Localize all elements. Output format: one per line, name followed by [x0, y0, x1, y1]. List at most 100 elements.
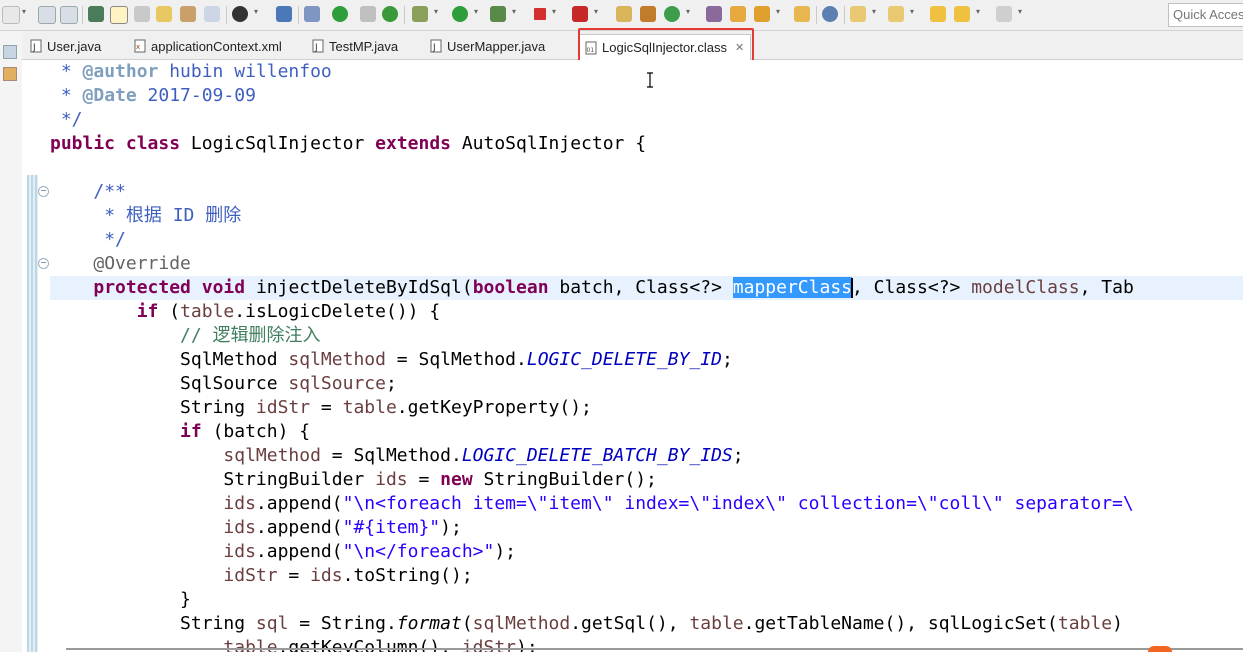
edit-icon[interactable]	[110, 6, 128, 24]
chevron-down-icon[interactable]: ▾	[594, 8, 602, 16]
back-icon[interactable]	[954, 6, 970, 22]
class-file-icon: 01	[585, 41, 597, 54]
quick-access-box	[1168, 3, 1243, 27]
code-line: ids.append("\n<foreach item=\"item\" ind…	[223, 493, 1134, 514]
code-line-current: protected void injectDeleteByIdSql(boole…	[50, 276, 1243, 300]
mouse-ibeam-cursor-icon	[647, 72, 653, 88]
open-file-icon[interactable]	[794, 6, 810, 22]
open-type-icon[interactable]	[360, 6, 376, 22]
code-line: * @Date 2017-09-09	[50, 85, 256, 106]
code-editor[interactable]: − − * @author hubin willenfoo * @Date 20…	[22, 60, 1243, 652]
rocket-icon[interactable]	[754, 6, 770, 22]
paragraph-icon[interactable]	[204, 6, 220, 22]
tab-user-java[interactable]: J User.java	[30, 35, 101, 57]
code-line: if (table.isLogicDelete()) {	[136, 301, 441, 322]
next-annotation-icon[interactable]	[850, 6, 866, 22]
tab-application-context-xml[interactable]: x applicationContext.xml	[134, 35, 282, 57]
pen-icon[interactable]	[134, 6, 150, 22]
svg-text:01: 01	[587, 47, 595, 54]
forward-icon[interactable]	[996, 6, 1012, 22]
last-edit-icon[interactable]	[930, 6, 946, 22]
globe-icon[interactable]	[822, 6, 838, 22]
chevron-down-icon[interactable]: ▾	[1018, 8, 1026, 16]
chevron-down-icon[interactable]: ▾	[474, 8, 482, 16]
package-explorer-icon[interactable]	[3, 67, 17, 81]
tab-label: applicationContext.xml	[151, 38, 282, 54]
run-circle-icon[interactable]	[332, 6, 348, 22]
code-line: */	[93, 229, 126, 250]
save-icon[interactable]	[38, 6, 56, 24]
selected-text: mapperClass	[732, 277, 852, 298]
new-icon[interactable]	[2, 6, 20, 24]
terminal-icon[interactable]	[180, 6, 196, 22]
open-folder-icon[interactable]	[730, 6, 746, 22]
run-icon[interactable]	[452, 6, 468, 22]
code-line: idStr = ids.toString();	[223, 565, 473, 586]
main-toolbar: ▾ ▾ ▾ ▾ ▾ ▾ ▾ ▾ ▾ ▾ ▾ ▾ ▾	[0, 0, 1243, 31]
code-line: String idStr = table.getKeyProperty();	[180, 397, 592, 418]
quick-access-input[interactable]	[1169, 4, 1243, 25]
refresh-green-icon[interactable]	[664, 6, 680, 22]
code-line: @Override	[93, 253, 191, 274]
code-line: */	[50, 109, 83, 130]
code-line: public class LogicSqlInjector extends Au…	[50, 133, 647, 154]
cut-icon[interactable]	[88, 6, 104, 22]
chevron-down-icon[interactable]: ▾	[872, 8, 880, 16]
tab-user-mapper-java[interactable]: J UserMapper.java	[430, 35, 545, 57]
tab-label: UserMapper.java	[447, 38, 546, 54]
external-tool-icon[interactable]	[572, 6, 588, 22]
settings-icon[interactable]	[232, 6, 248, 22]
chevron-down-icon[interactable]: ▾	[512, 8, 520, 16]
code-line: // 逻辑删除注入	[180, 325, 321, 346]
xml-file-icon: x	[134, 39, 146, 53]
folder-icon[interactable]	[706, 6, 722, 22]
chevron-down-icon[interactable]: ▾	[776, 8, 784, 16]
java-file-icon: J	[430, 39, 442, 53]
code-line: if (batch) {	[180, 421, 311, 442]
java-file-icon: J	[312, 39, 324, 53]
chevron-down-icon[interactable]: ▾	[22, 8, 30, 16]
open-type-hierarchy-icon[interactable]	[616, 6, 632, 22]
tab-label: LogicSqlInjector.class	[602, 40, 728, 55]
prev-annotation-icon[interactable]	[888, 6, 904, 22]
chevron-down-icon[interactable]: ▾	[552, 8, 560, 16]
toolbar-separator	[298, 6, 299, 24]
debug-icon[interactable]	[412, 6, 428, 22]
chevron-down-icon[interactable]: ▾	[434, 8, 442, 16]
skip-icon[interactable]	[304, 6, 320, 22]
tab-test-mp-java[interactable]: J TestMP.java	[312, 35, 398, 57]
svg-text:J: J	[32, 43, 36, 53]
stop-icon[interactable]	[534, 8, 546, 20]
code-line: ids.append("\n</foreach>");	[223, 541, 517, 562]
tab-logic-sql-injector-class[interactable]: 01 LogicSqlInjector.class ✕	[578, 34, 752, 60]
chevron-down-icon[interactable]: ▾	[976, 8, 984, 16]
change-ruler	[27, 175, 38, 652]
close-icon[interactable]: ✕	[735, 41, 744, 54]
chevron-down-icon[interactable]: ▾	[910, 8, 918, 16]
update-icon[interactable]	[382, 6, 398, 22]
toolbar-separator	[226, 6, 227, 24]
svg-text:J: J	[432, 43, 436, 53]
build-icon[interactable]	[640, 6, 656, 22]
left-view-strip	[0, 31, 23, 652]
refresh-icon[interactable]	[156, 6, 172, 22]
fold-toggle-icon[interactable]: −	[38, 258, 49, 269]
toolbar-separator	[404, 6, 405, 24]
chevron-down-icon[interactable]: ▾	[254, 8, 262, 16]
svg-text:J: J	[314, 43, 318, 53]
save-all-icon[interactable]	[60, 6, 78, 24]
horizontal-scrollbar[interactable]	[66, 648, 1243, 650]
code-line: SqlSource sqlSource;	[180, 373, 397, 394]
restore-view-icon[interactable]	[3, 45, 17, 59]
overlay-badge	[1148, 646, 1172, 652]
toolbar-separator	[844, 6, 845, 24]
tab-label: User.java	[47, 38, 102, 54]
console-icon[interactable]	[276, 6, 292, 22]
tab-label: TestMP.java	[329, 38, 399, 54]
code-line: sqlMethod = SqlMethod.LOGIC_DELETE_BATCH…	[223, 445, 744, 466]
code-line: String sql = String.format(sqlMethod.get…	[180, 613, 1123, 634]
code-line: SqlMethod sqlMethod = SqlMethod.LOGIC_DE…	[180, 349, 733, 370]
fold-toggle-icon[interactable]: −	[38, 186, 49, 197]
run-coverage-icon[interactable]	[490, 6, 506, 22]
chevron-down-icon[interactable]: ▾	[686, 8, 694, 16]
